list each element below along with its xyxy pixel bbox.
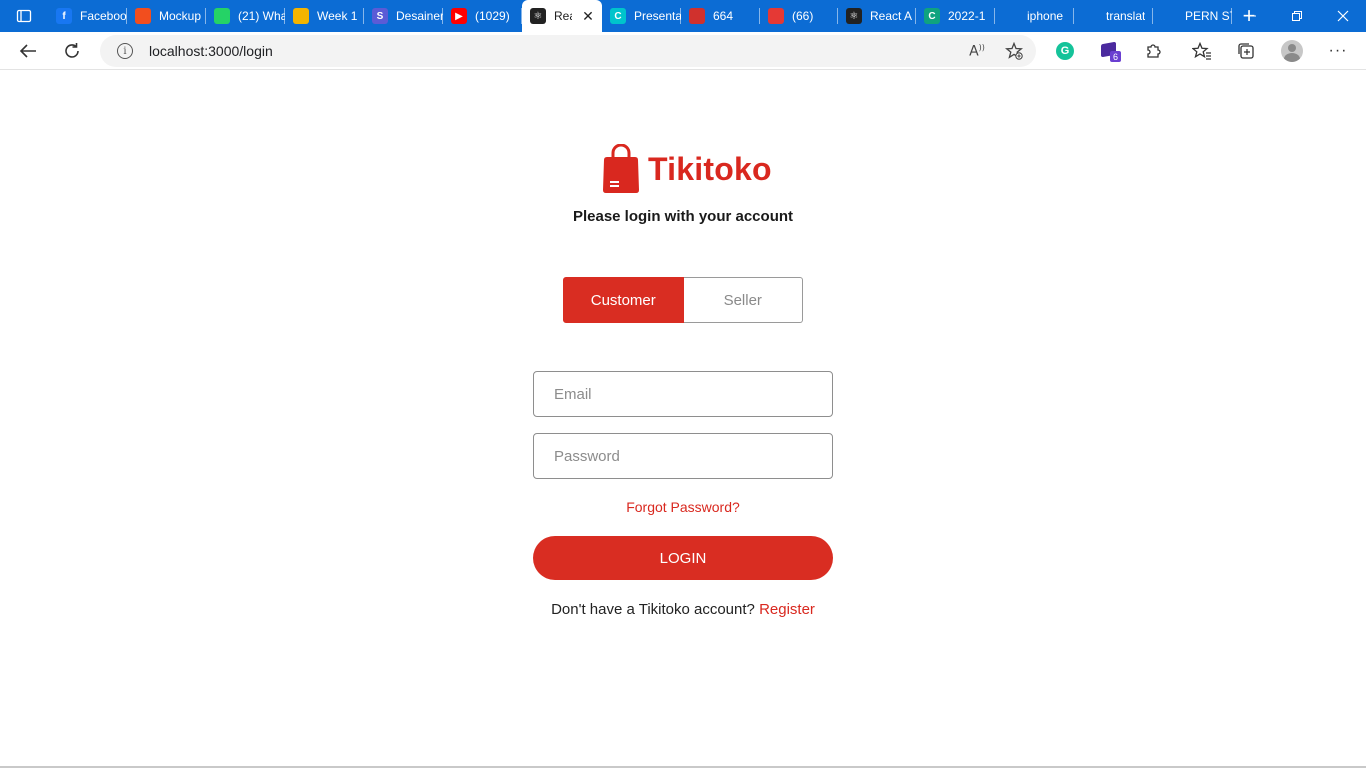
tab-title: React App [554,9,572,23]
restore-icon [1292,11,1302,21]
url-text[interactable]: localhost:3000/login [149,43,273,59]
react-icon: ⚛ [530,8,546,24]
tab-title: 2022-1 [948,9,986,23]
read-aloud-icon[interactable]: A)) [966,40,988,62]
browser-tab[interactable]: 664 [681,0,760,32]
no-account-text: Don't have a Tikitoko account? [551,601,755,618]
close-icon [1337,10,1349,22]
youtube-icon: ▶ [451,8,467,24]
shopping-bag-icon [603,144,639,193]
tab-title: 664 [713,9,734,23]
password-input[interactable] [533,433,833,479]
brand-name: Tikitoko [648,150,772,187]
tab-title: (21) WhatsApp [238,9,285,23]
close-window-button[interactable] [1320,0,1366,32]
extension-badge-count: 6 [1110,51,1121,62]
browser-tab[interactable]: S Desainer [364,0,443,32]
brand-logo: Tikitoko [602,143,772,195]
tab-title: Week 1 [317,9,358,23]
login-button[interactable]: LOGIN [533,536,833,580]
tab-title: Mockup [159,9,202,23]
s-icon: S [372,8,388,24]
search-icon [1082,8,1098,24]
grammarly-icon[interactable]: G [1051,37,1079,65]
back-button[interactable] [13,37,43,65]
browser-tab[interactable]: (66) [760,0,838,32]
tab-title: (66) [792,9,814,23]
browser-tab[interactable]: PERN ST [1153,0,1232,32]
minimize-icon [1246,15,1256,17]
login-page: Tikitoko Please login with your account … [0,71,1366,768]
add-favorite-icon[interactable] [1003,40,1025,62]
extension-badge-icon[interactable]: 6 [1096,37,1124,65]
browser-tab[interactable]: ▶ (1029) [443,0,522,32]
profile-avatar[interactable] [1278,37,1306,65]
search-icon [1003,8,1019,24]
tab-title: React A [870,9,913,23]
refresh-button[interactable] [57,37,87,65]
facebook-icon: f [56,8,72,24]
close-tab-icon[interactable]: ✕ [580,8,596,25]
tab-actions-button[interactable] [0,0,48,32]
email-input[interactable] [533,371,833,417]
browser-tab[interactable]: ⚛ React App ✕ [522,0,602,32]
tab-title: PERN ST [1185,9,1232,23]
tab-actions-icon [16,9,32,23]
info-icon[interactable]: i [117,43,133,59]
react-icon: ⚛ [846,8,862,24]
role-toggle: Customer Seller [563,277,803,323]
register-link[interactable]: Register [759,601,815,618]
restore-button[interactable] [1274,0,1320,32]
extensions-icon[interactable] [1139,37,1167,65]
browser-tab[interactable]: (21) WhatsApp [206,0,285,32]
seller-role-button[interactable]: Seller [683,277,803,323]
browser-tab[interactable]: ⚛ React A [838,0,916,32]
tab-title: translat [1106,9,1146,23]
browser-tab[interactable]: f Facebook [48,0,127,32]
c-icon: C [924,8,940,24]
minimize-button[interactable] [1228,0,1274,32]
browser-tab[interactable]: Mockup [127,0,206,32]
figma-icon [135,8,151,24]
whatsapp-icon [214,8,230,24]
address-bar[interactable]: i localhost:3000/login A)) [100,35,1036,67]
forgot-password-link[interactable]: Forgot Password? [0,499,1366,515]
more-options-icon[interactable]: ··· [1324,37,1352,65]
browser-tab[interactable]: translat [1074,0,1153,32]
browser-tab[interactable]: C 2022-1 [916,0,995,32]
collections-icon[interactable] [1232,37,1260,65]
browser-tab[interactable]: C Presentation [602,0,681,32]
browser-tab[interactable]: iphone [995,0,1074,32]
tab-title: Facebook [80,9,127,23]
customer-role-button[interactable]: Customer [563,277,684,323]
arrow-left-icon [19,44,36,58]
browser-toolbar: i localhost:3000/login A)) G 6 ··· [0,32,1366,70]
browser-tab-bar: f Facebook Mockup (21) WhatsApp Week 1 S Desai… [0,0,1366,32]
refresh-icon [65,43,79,58]
notification-icon [689,8,705,24]
search-icon [1161,8,1177,24]
browser-tab[interactable]: Week 1 [285,0,364,32]
record-icon [768,8,784,24]
tab-title: Presentation [634,9,681,23]
google-drive-icon [293,8,309,24]
tab-title: (1029) [475,9,510,23]
register-prompt: Don't have a Tikitoko account? Register [0,601,1366,618]
favorites-icon[interactable] [1188,37,1216,65]
tab-title: Desainer [396,9,443,23]
tab-title: iphone [1027,9,1064,23]
login-subtitle: Please login with your account [572,208,794,225]
canva-icon: C [610,8,626,24]
